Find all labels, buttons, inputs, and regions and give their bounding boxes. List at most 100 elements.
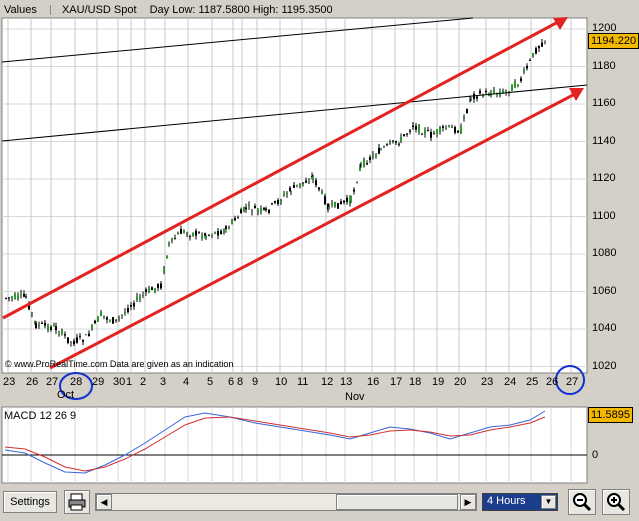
candle-body <box>174 238 176 240</box>
date-tick: 11 <box>297 376 309 388</box>
zoom-out-button[interactable] <box>568 489 596 515</box>
candle-body <box>189 236 191 238</box>
candle-body <box>488 95 490 97</box>
scroll-right-icon: ▶ <box>464 497 472 507</box>
candle-body <box>378 147 380 154</box>
candle-body <box>186 232 188 235</box>
candle-body <box>214 231 216 234</box>
candle-body <box>263 207 265 210</box>
date-tick: 25 <box>526 376 539 388</box>
date-tick: 30 <box>113 376 126 388</box>
price-tick: 1060 <box>592 284 617 297</box>
macd-chart[interactable] <box>0 405 639 485</box>
candle-body <box>460 126 462 134</box>
candle-body <box>201 235 203 238</box>
candle-body <box>44 322 46 326</box>
scroll-left-button[interactable]: ◀ <box>96 494 112 510</box>
candle-body <box>20 293 22 295</box>
candle-body <box>466 109 468 113</box>
candle-body <box>532 53 534 57</box>
date-tick: 26 <box>546 376 559 388</box>
candle-body <box>157 284 159 288</box>
date-tick: 9 <box>252 376 259 388</box>
date-tick: 23 <box>3 376 16 388</box>
candle-body <box>433 133 435 135</box>
candle-body <box>234 218 236 221</box>
candle-body <box>180 229 182 234</box>
date-tick: 23 <box>481 376 494 388</box>
price-tick: 1180 <box>592 59 616 72</box>
print-icon <box>68 493 86 511</box>
candle-body <box>511 84 513 91</box>
candle-body <box>168 243 170 245</box>
candle-body <box>88 333 90 337</box>
candle-body <box>23 294 25 297</box>
time-scrollbar[interactable]: ◀ ▶ <box>95 493 477 511</box>
candle-body <box>356 182 358 184</box>
settings-button[interactable]: Settings <box>3 491 57 513</box>
candle-body <box>424 129 426 134</box>
candle-body <box>64 334 66 336</box>
zoom-in-button[interactable] <box>602 489 630 515</box>
candle-body <box>375 155 377 157</box>
candle-body <box>421 133 423 135</box>
date-tick: 24 <box>504 376 517 388</box>
price-chart[interactable] <box>0 0 639 405</box>
candle-body <box>280 200 282 202</box>
candle-body <box>296 184 298 186</box>
timeframe-dropdown-button[interactable]: ▼ <box>541 495 556 509</box>
candle-body <box>321 191 323 194</box>
candle-body <box>17 294 19 299</box>
candle-body <box>290 191 292 193</box>
macd-label: MACD 12 26 9 <box>4 410 77 422</box>
candle-body <box>523 70 525 73</box>
candle-body <box>324 196 326 205</box>
candle-body <box>277 199 279 204</box>
candle-body <box>286 192 288 195</box>
candle-body <box>308 181 310 184</box>
candle-body <box>163 267 165 273</box>
candle-body <box>350 196 352 202</box>
timeframe-select[interactable]: 4 Hours ▼ <box>482 493 558 511</box>
scrollbar-thumb[interactable] <box>336 494 458 510</box>
candle-body <box>142 294 144 296</box>
candle-body <box>248 204 250 206</box>
print-button[interactable] <box>64 490 90 514</box>
date-tick: 19 <box>432 376 445 388</box>
candle-body <box>451 126 453 128</box>
zoom-in-icon <box>607 493 626 512</box>
candle-body <box>372 154 374 157</box>
candle-body <box>389 142 391 145</box>
candle-body <box>136 296 138 300</box>
month-label-oct: Oct <box>57 389 75 401</box>
candle-body <box>454 127 456 133</box>
candle-body <box>217 231 219 236</box>
date-tick: 17 <box>390 376 403 388</box>
candle-body <box>55 326 57 331</box>
candle-body <box>412 125 414 128</box>
date-tick: 12 <box>321 376 334 388</box>
candle-body <box>76 337 78 343</box>
candle-body <box>58 333 60 335</box>
candle-body <box>271 203 273 205</box>
candle-body <box>38 324 40 327</box>
date-tick: 3 <box>160 376 167 388</box>
candle-body <box>103 315 105 317</box>
candle-body <box>445 128 447 130</box>
candle-body <box>442 126 444 128</box>
timeframe-value: 4 Hours <box>487 495 526 507</box>
candle-body <box>130 304 132 307</box>
candle-body <box>11 296 13 299</box>
candle-body <box>91 325 93 329</box>
candle-body <box>121 314 123 316</box>
candle-body <box>395 141 397 143</box>
candle-body <box>195 230 197 236</box>
price-tick: 1100 <box>592 209 616 222</box>
scroll-left-icon: ◀ <box>100 497 108 507</box>
candle-body <box>35 322 37 329</box>
candle-body <box>457 130 459 133</box>
candle-body <box>115 319 117 321</box>
date-tick: 18 <box>409 376 422 388</box>
price-tick: 1160 <box>592 97 616 109</box>
scroll-right-button[interactable]: ▶ <box>460 494 476 510</box>
